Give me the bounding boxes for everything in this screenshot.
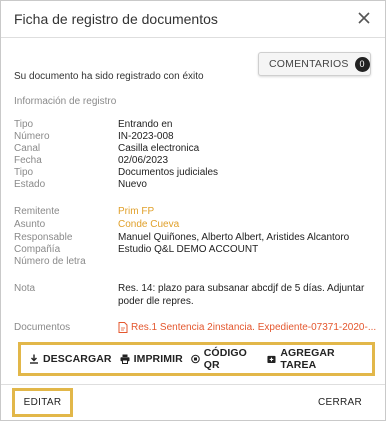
qr-code-button[interactable]: CÓDIGO QR: [190, 347, 260, 371]
modal-title: Ficha de registro de documentos: [14, 11, 218, 27]
field-label: Nota: [14, 283, 36, 294]
field-value: 02/06/2023: [118, 155, 169, 166]
close-icon[interactable]: [355, 9, 373, 27]
actions-bar: DESCARGAR IMPRIMIR CÓDIGO QR AGREGAR TAR…: [18, 342, 375, 376]
comments-button[interactable]: COMENTARIOS 0: [258, 52, 371, 76]
field-label: Documentos: [14, 322, 71, 333]
field-value: Estudio Q&L DEMO ACCOUNT: [118, 244, 259, 255]
remitente-link[interactable]: Prim FP: [118, 206, 154, 218]
field-label: Estado: [14, 179, 46, 190]
field-label: Compañía: [14, 244, 61, 255]
asunto-link[interactable]: Conde Cueva: [118, 219, 179, 231]
modal-footer: EDITAR CERRAR: [1, 384, 385, 421]
field-value: Entrando en: [118, 119, 173, 130]
field-label: Tipo: [14, 119, 34, 130]
print-button[interactable]: IMPRIMIR: [120, 353, 183, 365]
field-label: Remitente: [14, 206, 60, 217]
print-label: IMPRIMIR: [133, 353, 183, 365]
modal-header: Ficha de registro de documentos: [1, 1, 385, 38]
field-label: Asunto: [14, 219, 46, 230]
edit-label: EDITAR: [23, 397, 62, 408]
field-value: Nuevo: [118, 179, 147, 190]
download-button[interactable]: DESCARGAR: [29, 353, 112, 365]
pdf-file-icon: [118, 322, 128, 333]
add-task-icon: [267, 355, 276, 364]
field-value: Documentos judiciales: [118, 167, 219, 178]
document-record-modal: Ficha de registro de documentos COMENTAR…: [0, 0, 386, 421]
edit-button[interactable]: EDITAR: [12, 388, 73, 417]
qr-code-label: CÓDIGO QR: [203, 347, 247, 371]
section-title: Información de registro: [14, 96, 117, 107]
comments-count-badge: 0: [354, 56, 370, 72]
success-message: Su documento ha sido registrado con éxit…: [14, 71, 204, 82]
qr-code-icon: [190, 354, 200, 364]
field-value: Casilla electronica: [118, 143, 200, 154]
add-task-button[interactable]: AGREGAR TAREA: [267, 347, 364, 371]
field-value: Manuel Quiñones, Alberto Albert, Aristid…: [118, 232, 350, 243]
field-value: IN-2023-008: [118, 131, 174, 142]
modal-body: COMENTARIOS 0 Su documento ha sido regis…: [1, 39, 385, 384]
field-label: Número: [14, 131, 50, 142]
document-link[interactable]: Res.1 Sentencia 2instancia. Expediente-0…: [118, 322, 376, 333]
field-label: Tipo: [14, 167, 34, 178]
comments-label: COMENTARIOS: [269, 58, 349, 70]
field-label: Responsable: [14, 232, 73, 243]
field-label: Canal: [14, 143, 41, 154]
nota-value: Res. 14: plazo para subsanar abcdjf de 5…: [118, 283, 365, 307]
close-button[interactable]: CERRAR: [318, 397, 362, 408]
download-icon: [30, 354, 38, 364]
field-label: Fecha: [14, 155, 42, 166]
field-label: Número de letra: [14, 256, 86, 267]
printer-icon: [120, 354, 130, 364]
add-task-label: AGREGAR TAREA: [280, 347, 335, 371]
download-label: DESCARGAR: [43, 353, 112, 365]
document-link-text: Res.1 Sentencia 2instancia. Expediente-0…: [131, 322, 377, 333]
